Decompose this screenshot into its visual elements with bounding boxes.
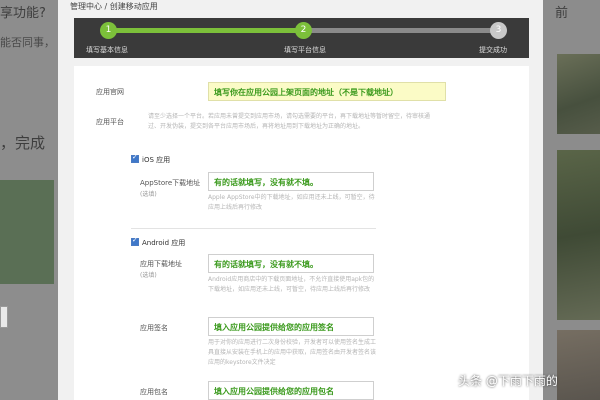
progress-track-done [108,28,304,33]
background-left-panel: 享功能? 能否同事， ，完成 [0,0,58,400]
create-app-modal: 管理中心 / 创建移动应用 1 2 3 填写基本信息 填写平台信息 提交成功 应… [58,0,543,400]
android-download-hint: Android应用商店中的下载页面地址，不允许直接使用apk包的下载地址，如应用… [208,276,375,293]
ios-checkbox-label: iOS 应用 [142,156,171,164]
signature-label: 应用签名 [140,324,168,332]
android-download-optional: (选填) [140,272,157,279]
background-photo [557,54,600,134]
step-1-label: 填写基本信息 [86,46,128,54]
progress-steps: 1 2 3 填写基本信息 填写平台信息 提交成功 [74,18,529,58]
divider [131,228,376,229]
background-right-panel: 前 [543,0,600,400]
step-2-label: 填写平台信息 [284,46,326,54]
appstore-url-hint: Apple AppStore中的下载地址，如应用还未上线，可暂空，待应用上线后再… [208,194,375,211]
website-input[interactable]: 填写你在应用公园上架页面的地址（不是下载地址） [208,82,446,101]
platform-hint: 请至少选择一个平台。若应用未曾提交到应用市场，请勾选需要的平台，再下载地址等暂时… [148,113,431,130]
ios-checkbox[interactable] [131,153,139,163]
background-photo [557,330,600,400]
package-name-label: 应用包名 [140,388,168,396]
website-label: 应用官网 [96,88,124,96]
appstore-url-optional: (选填) [140,191,157,198]
background-photo [557,150,600,320]
progress-track-pending [304,28,494,33]
background-input-stub [0,306,8,328]
background-right-title: 前 [555,6,569,21]
background-green-block [0,180,54,284]
signature-input[interactable]: 填入应用公园提供给您的应用签名 [208,317,374,336]
background-left-subtext: 能否同事， [0,36,55,49]
background-left-title: 享功能? [0,6,46,21]
android-download-label: 应用下载地址 [140,260,182,268]
platform-info-form: 应用官网 填写你在应用公园上架页面的地址（不是下载地址） 应用平台 请至少选择一… [74,66,529,400]
package-name-input[interactable]: 填入应用公园提供给您的应用包名 [208,381,374,400]
breadcrumb: 管理中心 / 创建移动应用 [70,2,158,11]
background-left-text: ，完成 [0,134,46,152]
android-checkbox[interactable] [131,236,139,246]
android-download-input[interactable]: 有的话就填写，没有就不填。 [208,254,374,273]
appstore-url-input[interactable]: 有的话就填写，没有就不填。 [208,172,374,191]
step-3-indicator: 3 [490,22,507,39]
appstore-url-label: AppStore下载地址 [140,179,201,187]
watermark: 头条 @下雨下雨的 [458,374,558,388]
signature-hint: 用于对你的应用进行二次身份校验，开发者可以使用签名生成工具直接从安装在手机上的应… [208,339,377,366]
step-2-indicator: 2 [295,22,312,39]
step-3-label: 提交成功 [479,46,507,54]
platform-label: 应用平台 [96,118,124,126]
step-1-indicator: 1 [100,22,117,39]
android-checkbox-label: Android 应用 [142,239,186,247]
